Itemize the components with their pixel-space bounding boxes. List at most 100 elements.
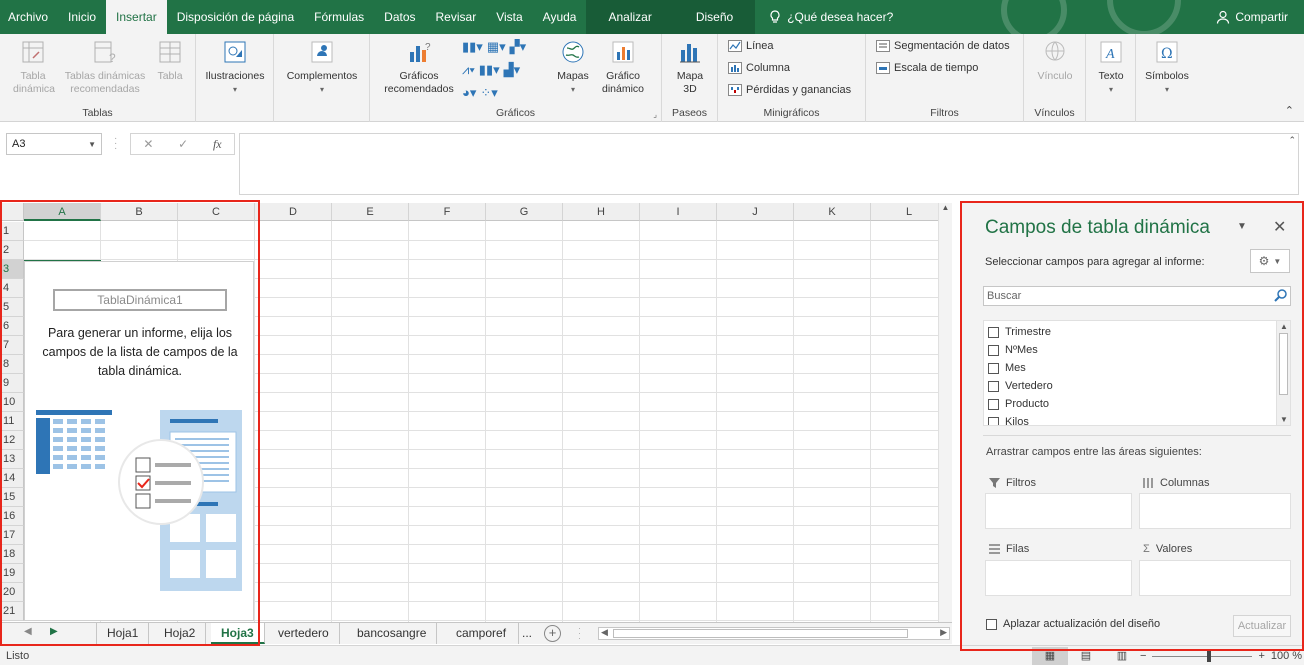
row-header-9[interactable]: 9 [0, 374, 24, 393]
column-chart-icon[interactable]: ▮▮▾ [462, 39, 483, 55]
sheet-tab-bancosangre[interactable]: bancosangre [347, 623, 438, 644]
row-header-21[interactable]: 21 [0, 602, 24, 621]
tabla-dinamica-button[interactable]: Tabla dinámica [6, 38, 60, 96]
add-sheet-button[interactable]: + [544, 625, 561, 642]
column-header-c[interactable]: C [178, 203, 255, 221]
combo-chart-icon[interactable]: ▟▾ [504, 62, 521, 78]
horizontal-scrollbar[interactable]: ◀ ▶ [598, 627, 950, 640]
row-header-11[interactable]: 11 [0, 412, 24, 431]
row-header-5[interactable]: 5 [0, 298, 24, 317]
field-checkbox[interactable] [988, 416, 999, 425]
select-all-corner[interactable] [0, 203, 24, 221]
scroll-thumb[interactable] [1279, 333, 1288, 395]
field-checkbox[interactable] [988, 380, 999, 392]
cancel-icon[interactable]: ✕ [143, 137, 153, 151]
column-header-a[interactable]: A [24, 203, 101, 221]
drop-area-filas[interactable] [985, 560, 1132, 596]
field-checkbox[interactable] [988, 344, 999, 356]
sheet-tab-vertedero[interactable]: vertedero [268, 623, 340, 644]
tab-inicio[interactable]: Inicio [58, 0, 106, 34]
tabla-button[interactable]: Tabla [152, 38, 188, 83]
mapas-button[interactable]: Mapas ▾ [554, 38, 592, 96]
field-item-vertedero[interactable]: Vertedero [984, 377, 1290, 395]
next-sheet-icon[interactable]: ▶ [50, 626, 58, 637]
row-header-13[interactable]: 13 [0, 450, 24, 469]
row-header-1[interactable]: 1 [0, 222, 24, 241]
segmentacion-button[interactable]: Segmentación de datos [876, 40, 1010, 52]
tab-datos[interactable]: Datos [374, 0, 425, 34]
field-item-kilos[interactable]: Kilos [984, 413, 1290, 425]
statistic-chart-icon[interactable]: ▮▮▾ [479, 62, 500, 78]
sheet-tab-hoja3[interactable]: Hoja3 [211, 623, 265, 644]
zoom-level[interactable]: 100 % [1271, 650, 1302, 662]
confirm-icon[interactable]: ✓ [178, 137, 188, 151]
scroll-left-icon[interactable]: ◀ [601, 627, 608, 638]
column-header-f[interactable]: F [409, 203, 486, 221]
pivot-table-placeholder[interactable]: TablaDinámica1 Para generar un informe, … [24, 261, 254, 621]
drop-area-columnas[interactable] [1139, 493, 1291, 529]
columna-button[interactable]: Columna [728, 62, 790, 74]
texto-button[interactable]: A Texto ▾ [1090, 38, 1132, 96]
formula-input[interactable] [239, 133, 1299, 195]
waterfall-chart-icon[interactable]: ▞▾ [510, 39, 527, 55]
zoom-in-icon[interactable]: + [1258, 650, 1264, 662]
row-header-6[interactable]: 6 [0, 317, 24, 336]
tab-formulas[interactable]: Fórmulas [304, 0, 374, 34]
complementos-button[interactable]: Complementos ▾ [280, 38, 364, 96]
vertical-scrollbar[interactable]: ▲ [938, 203, 952, 622]
mapa3d-button[interactable]: Mapa 3D [668, 38, 712, 96]
worksheet-grid[interactable]: ABCDEFGHIJKL 1 2 3 4 5 6 7 8 9 10 11 12 13 14 15 16 17 18… [0, 203, 952, 623]
row-header-20[interactable]: 20 [0, 583, 24, 602]
graficos-recomendados-button[interactable]: ? Gráficos recomendados [376, 38, 462, 96]
field-checkbox[interactable] [988, 326, 999, 338]
column-header-j[interactable]: J [717, 203, 794, 221]
scroll-up-icon[interactable]: ▲ [1280, 322, 1288, 331]
dialog-launcher-icon[interactable]: ⌟ [653, 110, 657, 119]
insert-function-button[interactable]: fx [213, 137, 222, 152]
close-icon[interactable]: ✕ [1273, 217, 1286, 237]
column-header-i[interactable]: I [640, 203, 717, 221]
column-header-h[interactable]: H [563, 203, 640, 221]
prev-sheet-icon[interactable]: ◀ [24, 626, 32, 637]
row-header-15[interactable]: 15 [0, 488, 24, 507]
tabs-splitter[interactable]: · · · [578, 624, 581, 643]
simbolos-button[interactable]: Ω Símbolos ▾ [1140, 38, 1194, 96]
hierarchy-chart-icon[interactable]: ▦▾ [487, 39, 506, 55]
field-checkbox[interactable] [988, 398, 999, 410]
row-header-10[interactable]: 10 [0, 393, 24, 412]
defer-update[interactable]: Aplazar actualización del diseño [986, 618, 1160, 630]
perdidas-button[interactable]: Pérdidas y ganancias [728, 84, 851, 96]
tab-insertar[interactable]: Insertar [106, 0, 167, 34]
drop-area-filtros[interactable] [985, 493, 1132, 529]
page-break-view-icon[interactable]: ▥ [1104, 647, 1140, 665]
row-header-12[interactable]: 12 [0, 431, 24, 450]
tablas-recomendadas-button[interactable]: ? Tablas dinámicas recomendadas [58, 38, 152, 96]
column-header-e[interactable]: E [332, 203, 409, 221]
defer-checkbox[interactable] [986, 618, 997, 630]
row-header-4[interactable]: 4 [0, 279, 24, 298]
field-list-scrollbar[interactable]: ▲ ▼ [1276, 321, 1290, 425]
field-search-input[interactable] [983, 286, 1291, 306]
field-item-trimestre[interactable]: Trimestre [984, 323, 1290, 341]
scatter-chart-icon[interactable]: ⁘▾ [480, 85, 497, 101]
tab-archivo[interactable]: Archivo [0, 0, 58, 34]
row-header-3[interactable]: 3 [0, 260, 24, 279]
drop-area-valores[interactable] [1139, 560, 1291, 596]
tools-button[interactable]: ⚙ ▼ [1250, 249, 1290, 273]
row-header-14[interactable]: 14 [0, 469, 24, 488]
column-header-d[interactable]: D [255, 203, 332, 221]
row-header-2[interactable]: 2 [0, 241, 24, 260]
tab-ayuda[interactable]: Ayuda [533, 0, 587, 34]
vinculo-button[interactable]: Vínculo [1030, 38, 1080, 83]
more-sheets[interactable]: ... [522, 626, 532, 640]
row-header-7[interactable]: 7 [0, 336, 24, 355]
field-item-producto[interactable]: Producto [984, 395, 1290, 413]
grafico-dinamico-button[interactable]: Gráfico dinámico [594, 38, 652, 96]
scroll-down-icon[interactable]: ▼ [1280, 415, 1288, 424]
escala-tiempo-button[interactable]: Escala de tiempo [876, 62, 978, 74]
expand-formula-icon[interactable]: ⌃ [1288, 135, 1296, 146]
search-icon[interactable] [1274, 289, 1287, 302]
field-item-mes[interactable]: Mes [984, 359, 1290, 377]
field-checkbox[interactable] [988, 362, 999, 374]
ilustraciones-button[interactable]: Ilustraciones ▾ [202, 38, 268, 96]
